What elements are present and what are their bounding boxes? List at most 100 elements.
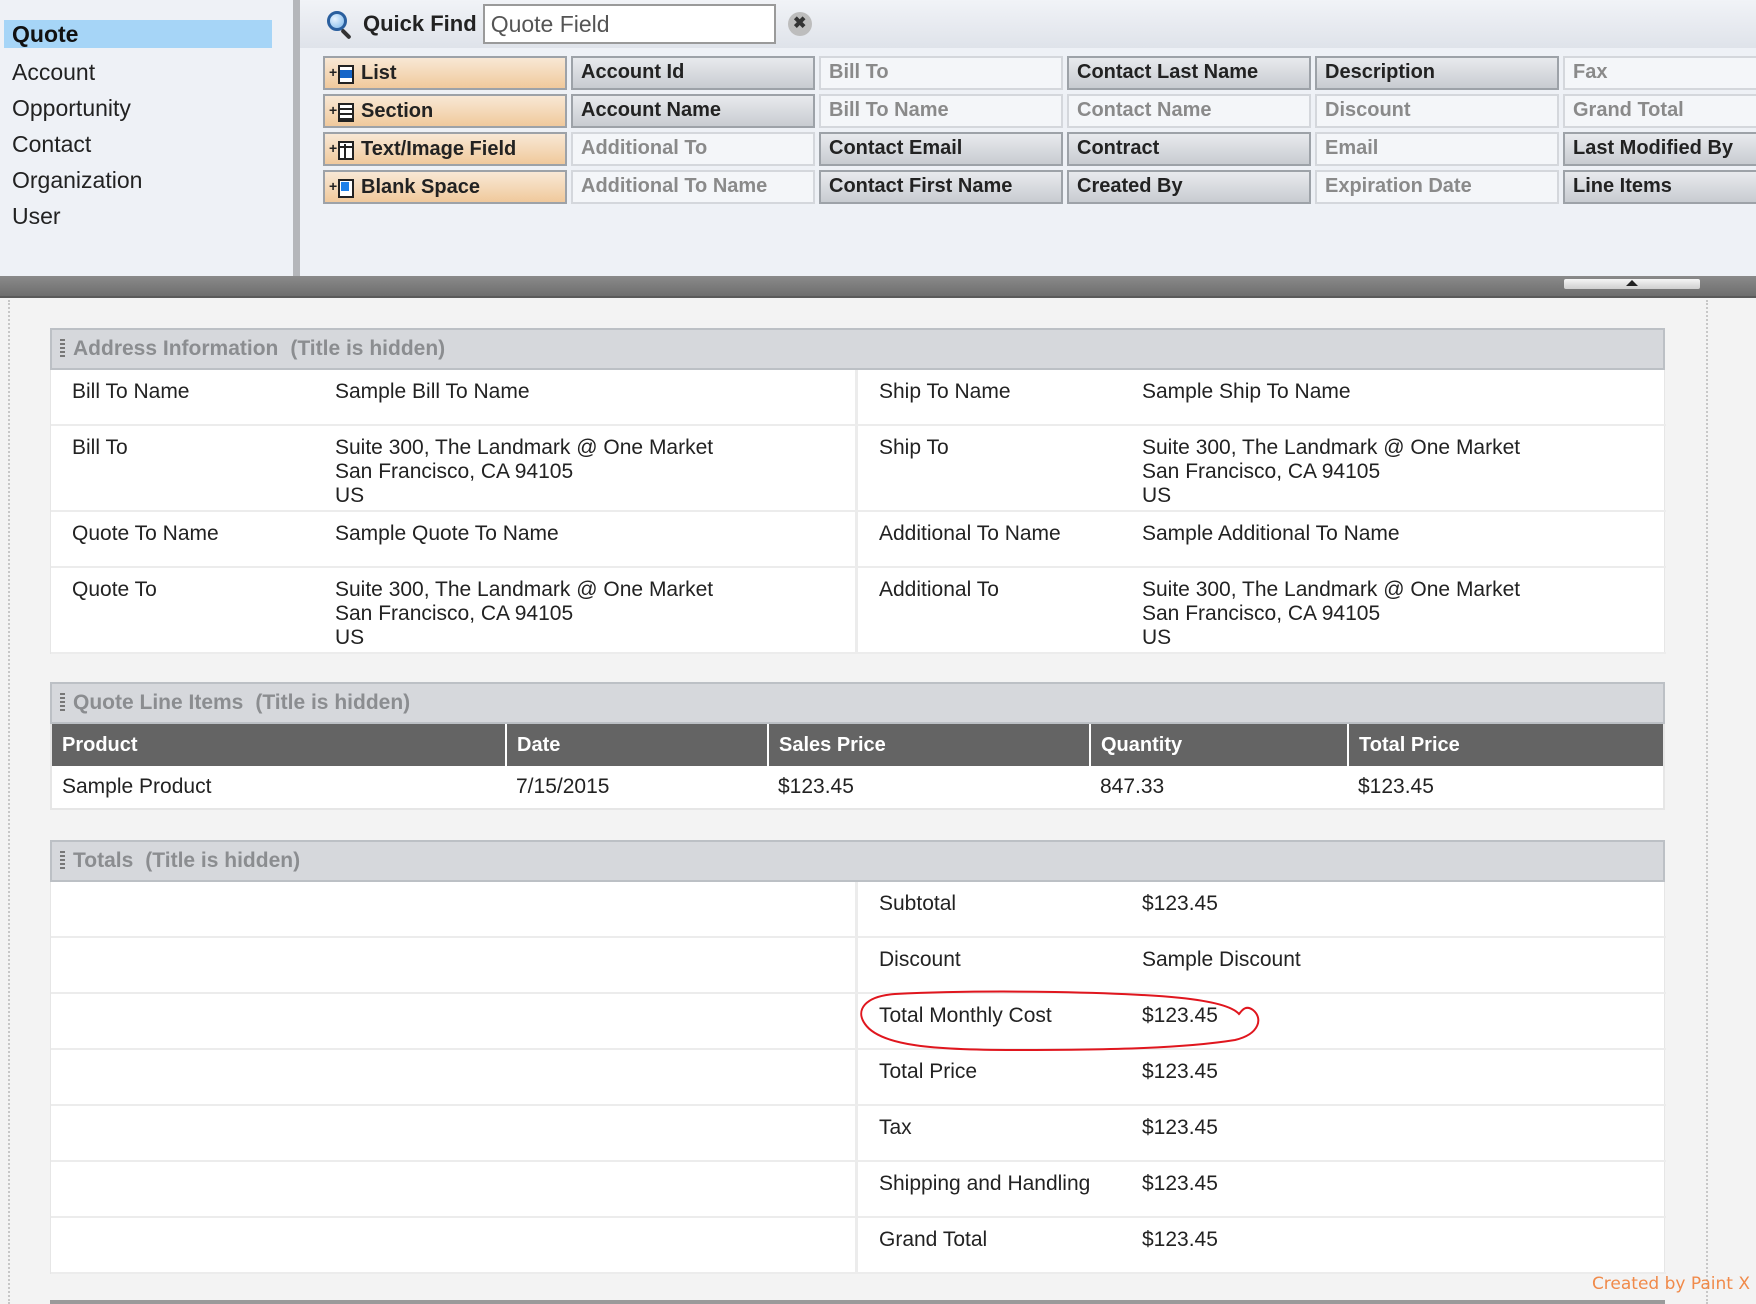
- sidebar-item-account[interactable]: Account: [4, 54, 272, 90]
- palette-field[interactable]: Contact Name: [1067, 94, 1311, 128]
- column-header: Quantity: [1089, 724, 1348, 766]
- sidebar-item-contact[interactable]: Contact: [4, 126, 272, 162]
- palette-field[interactable]: Expiration Date: [1315, 170, 1559, 204]
- palette-field[interactable]: Bill To Name: [819, 94, 1063, 128]
- palette-field[interactable]: Additional To: [571, 132, 815, 166]
- palette-field[interactable]: Contact Email: [819, 132, 1063, 166]
- empty-slot: [51, 1106, 855, 1162]
- address-fields: Bill To Name Sample Bill To Name Bill To Su…: [50, 370, 1666, 654]
- list-icon: +: [329, 61, 355, 85]
- palette-tool-list[interactable]: + List: [323, 56, 567, 90]
- field-row[interactable]: Tax $123.45: [858, 1106, 1666, 1162]
- palette-grid: + List + Section + Text/Image Field + Bl…: [323, 56, 1756, 204]
- clear-search-icon[interactable]: ✖: [787, 12, 812, 36]
- empty-slot: [51, 938, 855, 994]
- palette-field[interactable]: Last Modified By: [1563, 132, 1756, 166]
- field-row[interactable]: Ship To Name Sample Ship To Name: [858, 370, 1666, 426]
- empty-slot: [51, 994, 855, 1050]
- field-label: Additional To: [879, 578, 999, 601]
- blank-space-icon: +: [329, 175, 355, 199]
- field-value-line: Suite 300, The Landmark @ One Market: [1142, 436, 1521, 459]
- sidebar-item-quote[interactable]: Quote: [4, 20, 272, 48]
- column-header: Date: [505, 724, 768, 766]
- palette-field[interactable]: Bill To: [819, 56, 1063, 90]
- field-value-line: US: [335, 484, 365, 507]
- palette-resize-bar[interactable]: [0, 276, 1756, 298]
- section-header[interactable]: Totals (Title is hidden): [50, 840, 1665, 882]
- palette-field[interactable]: Contact First Name: [819, 170, 1063, 204]
- column-header: Sales Price: [767, 724, 1090, 766]
- object-sidebar: Quote Account Opportunity Contact Organi…: [0, 0, 293, 276]
- table-cell: $123.45: [1358, 775, 1434, 798]
- palette-tool-blank-space[interactable]: + Blank Space: [323, 170, 567, 204]
- field-value-line: San Francisco, CA 94105: [1142, 460, 1381, 483]
- palette-field[interactable]: Fax: [1563, 56, 1756, 90]
- palette-field[interactable]: Line Items: [1563, 170, 1756, 204]
- table-cell: 7/15/2015: [516, 775, 610, 798]
- totals-right-column: Subtotal $123.45 Discount Sample Discount To…: [858, 882, 1666, 1274]
- field-row[interactable]: Discount Sample Discount: [858, 938, 1666, 994]
- field-row[interactable]: Subtotal $123.45: [858, 882, 1666, 938]
- field-value: Sample Bill To Name: [335, 380, 855, 424]
- sidebar-item-organization[interactable]: Organization: [4, 162, 272, 198]
- drag-handle-icon[interactable]: [60, 851, 65, 871]
- empty-slot: [51, 882, 855, 938]
- field-label: Subtotal: [879, 892, 957, 915]
- field-value: $123.45: [1142, 892, 1218, 915]
- field-label: Bill To: [72, 436, 128, 459]
- palette-tool-section[interactable]: + Section: [323, 94, 567, 128]
- field-row[interactable]: Total Monthly Cost $123.45: [858, 994, 1666, 1050]
- field-row[interactable]: Shipping and Handling $123.45: [858, 1162, 1666, 1218]
- field-row[interactable]: Total Price $123.45: [858, 1050, 1666, 1106]
- field-value: Sample Ship To Name: [1142, 380, 1666, 424]
- sidebar-item-user[interactable]: User: [4, 198, 272, 234]
- sidebar-resize-handle[interactable]: [293, 0, 300, 276]
- field-row[interactable]: Additional To Suite 300, The Landmark @ O…: [858, 568, 1666, 654]
- collapse-palette-button[interactable]: [1564, 279, 1700, 289]
- empty-slot: [51, 1050, 855, 1106]
- palette-tool-text-image-field[interactable]: + Text/Image Field: [323, 132, 567, 166]
- field-palette: Quick Find ✖ + List + Section + Text/Ima…: [300, 0, 1756, 276]
- field-label: Ship To Name: [879, 380, 1011, 403]
- palette-field[interactable]: Description: [1315, 56, 1559, 90]
- table-row: Sample Product 7/15/2015 $123.45 847.33 $123…: [52, 766, 1663, 808]
- field-value-line: Sample Additional To Name: [1142, 522, 1400, 545]
- field-label: Grand Total: [879, 1228, 988, 1251]
- field-value-line: US: [1142, 626, 1172, 649]
- address-left-column: Bill To Name Sample Bill To Name Bill To Su…: [51, 370, 858, 654]
- drag-handle-icon[interactable]: [60, 339, 65, 359]
- palette-field[interactable]: Contact Last Name: [1067, 56, 1311, 90]
- section-header[interactable]: Address Information (Title is hidden): [50, 328, 1665, 370]
- sidebar-item-opportunity[interactable]: Opportunity: [4, 90, 272, 126]
- field-row[interactable]: Quote To Name Sample Quote To Name: [51, 512, 855, 568]
- palette-field[interactable]: Grand Total: [1563, 94, 1756, 128]
- field-row[interactable]: Grand Total $123.45: [858, 1218, 1666, 1274]
- field-row[interactable]: Bill To Suite 300, The Landmark @ One Mar…: [51, 426, 855, 512]
- canvas-left-guide: [8, 300, 10, 1304]
- quick-find-input[interactable]: [482, 4, 776, 44]
- field-row[interactable]: Bill To Name Sample Bill To Name: [51, 370, 855, 426]
- section-header[interactable]: Quote Line Items (Title is hidden): [50, 682, 1665, 724]
- field-value-line: San Francisco, CA 94105: [1142, 602, 1381, 625]
- field-value-line: US: [1142, 484, 1172, 507]
- totals-section: Totals (Title is hidden) Subtotal $123.45…: [50, 840, 1666, 1274]
- palette-field[interactable]: Created By: [1067, 170, 1311, 204]
- palette-field[interactable]: Account Name: [571, 94, 815, 128]
- field-label: Bill To Name: [72, 380, 190, 403]
- palette-field[interactable]: Email: [1315, 132, 1559, 166]
- field-value: Suite 300, The Landmark @ One Market San …: [335, 578, 855, 652]
- field-value: Sample Additional To Name: [1142, 522, 1666, 566]
- palette-field[interactable]: Additional To Name: [571, 170, 815, 204]
- palette-field[interactable]: Discount: [1315, 94, 1559, 128]
- drag-handle-icon[interactable]: [60, 693, 65, 713]
- field-value-line: Suite 300, The Landmark @ One Market: [1142, 578, 1521, 601]
- field-label: Total Monthly Cost: [879, 1004, 1052, 1027]
- field-row[interactable]: Ship To Suite 300, The Landmark @ One Mar…: [858, 426, 1666, 512]
- field-value-line: Sample Bill To Name: [335, 380, 530, 403]
- field-row[interactable]: Additional To Name Sample Additional To N…: [858, 512, 1666, 568]
- address-information-section: Address Information (Title is hidden) Bi…: [50, 328, 1666, 654]
- field-row[interactable]: Quote To Suite 300, The Landmark @ One Ma…: [51, 568, 855, 654]
- palette-field[interactable]: Contract: [1067, 132, 1311, 166]
- palette-field[interactable]: Account Id: [571, 56, 815, 90]
- quick-find-label: Quick Find: [363, 11, 477, 36]
